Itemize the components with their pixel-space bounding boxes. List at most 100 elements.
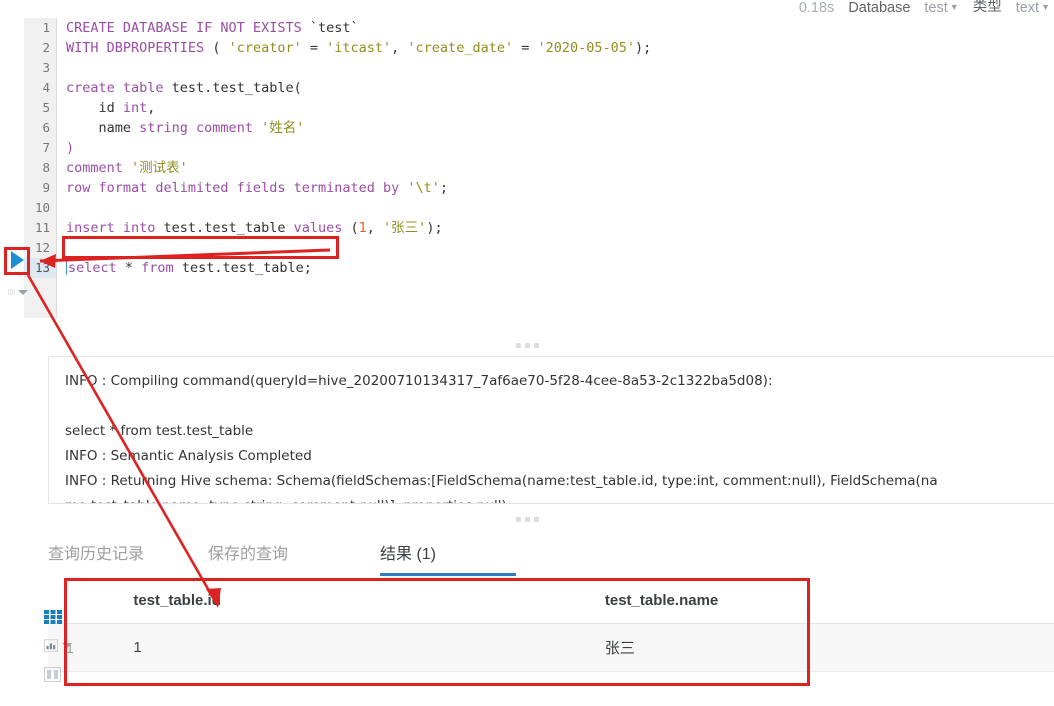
code-line-text: row format delimited fields terminated b… [56, 178, 448, 198]
handle-dot [533, 342, 539, 348]
query-log-panel: INFO : Compiling command(queryId=hive_20… [48, 356, 1054, 504]
panel-resize-handle-bottom[interactable] [0, 512, 1054, 526]
handle-dot [515, 342, 521, 348]
line-number: 1 [42, 20, 50, 35]
code-token: , [147, 100, 156, 116]
type-label: 类型 [972, 0, 1002, 15]
tab-label: 结果 (1) [380, 546, 437, 563]
code-line-text: create table test.test_table( [56, 78, 302, 98]
code-line-text: ) [56, 138, 74, 158]
code-token: = [513, 40, 538, 56]
code-token: ; [439, 180, 449, 196]
code-token: '张三' [383, 220, 427, 236]
code-line[interactable]: 13 select * from test.test_table; [0, 258, 1054, 278]
tab-3[interactable]: 结果 (1) [380, 534, 530, 576]
tab-1[interactable]: 查询历史记录 [48, 534, 208, 576]
chevron-down-icon[interactable] [18, 289, 28, 295]
code-token: test.test_table [163, 220, 294, 236]
tab-active-underline [380, 573, 516, 576]
columns-icon [44, 667, 61, 682]
code-token: ( [212, 40, 229, 56]
results-tabs[interactable]: 查询历史记录 保存的查询 结果 (1) [48, 534, 1054, 576]
code-token: WITH DBPROPERTIES [66, 40, 213, 56]
line-number: 9 [42, 180, 50, 195]
code-token: '测试表' [131, 160, 188, 176]
code-token: test.test_table; [181, 260, 312, 276]
code-line[interactable]: 1 CREATE DATABASE IF NOT EXISTS `test` [0, 18, 1054, 38]
code-token: 'creator' [228, 40, 302, 56]
code-token: insert into [66, 220, 164, 236]
code-token: , [366, 220, 384, 236]
code-token: from [141, 260, 182, 276]
handle-dot [524, 342, 530, 348]
code-line[interactable]: 7) [0, 138, 1054, 158]
code-token: '姓名' [261, 120, 305, 136]
line-number: 4 [42, 80, 50, 95]
code-token: int [122, 100, 148, 116]
panel-resize-handle-top[interactable] [0, 338, 1054, 352]
code-line[interactable]: 9 row format delimited fields terminated … [0, 178, 1054, 198]
explain-plan-button[interactable] [8, 284, 28, 300]
code-line[interactable]: 8 comment '测试表' [0, 158, 1054, 178]
code-token: ( [350, 220, 359, 236]
code-line[interactable]: 3 [0, 58, 1054, 78]
code-token: `test` [309, 20, 359, 36]
code-line-text: CREATE DATABASE IF NOT EXISTS `test` [56, 18, 359, 38]
handle-dot [524, 516, 530, 522]
code-token: values [293, 220, 351, 236]
code-line[interactable]: 10 [0, 198, 1054, 218]
handle-dot [515, 516, 521, 522]
code-token: comment [66, 160, 132, 176]
code-token: ); [635, 40, 652, 56]
code-token: '\t' [407, 180, 440, 196]
code-token: 'itcast' [326, 40, 392, 56]
code-token: 'create_date' [407, 40, 514, 56]
chevron-down-icon: ▼ [949, 2, 959, 12]
annotation-box-run-button [4, 247, 30, 275]
code-line-text: comment '测试表' [56, 158, 188, 178]
log-line: INFO : Semantic Analysis Completed [65, 448, 312, 464]
code-line[interactable]: 6 name string comment '姓名' [0, 118, 1054, 138]
line-number: 8 [42, 160, 50, 175]
database-selector[interactable]: test ▼ [924, 0, 958, 16]
code-line-text: insert into test.test_table values (1, '… [56, 218, 443, 238]
line-number: 7 [42, 140, 50, 155]
log-line: select * from test.test_table [65, 423, 254, 439]
code-token: , [391, 40, 408, 56]
code-token: '2020-05-05' [537, 40, 636, 56]
code-token: test.test_table( [171, 80, 302, 96]
code-line[interactable]: 11 insert into test.test_table values (1,… [0, 218, 1054, 238]
annotation-box-results [64, 578, 810, 686]
code-token: 1 [358, 220, 367, 236]
tab-label: 查询历史记录 [48, 546, 145, 563]
code-line-text: WITH DBPROPERTIES ( 'creator' = 'itcast'… [56, 38, 651, 58]
code-token: create table [66, 80, 172, 96]
log-line: me:test_table.name, type:string, comment… [65, 494, 1054, 503]
code-token: select [68, 260, 125, 276]
line-number: 6 [42, 120, 50, 135]
code-line[interactable]: 4 create table test.test_table( [0, 78, 1054, 98]
line-number: 10 [34, 200, 50, 215]
code-token: = [301, 40, 327, 56]
code-token: ) [66, 140, 75, 156]
code-line[interactable]: 2 WITH DBPROPERTIES ( 'creator' = 'itcast… [0, 38, 1054, 58]
log-line: INFO : Compiling command(queryId=hive_20… [65, 373, 773, 389]
code-line[interactable]: 5 id int, [0, 98, 1054, 118]
tab-2[interactable]: 保存的查询 [208, 534, 380, 576]
grid-table-icon [44, 610, 62, 624]
top-status-bar: 0.18s Database test ▼ 类型 text ▼ [0, 0, 1054, 16]
type-selector[interactable]: text ▼ [1016, 0, 1050, 16]
query-duration: 0.18s [798, 0, 835, 16]
code-token: ); [426, 220, 443, 236]
chevron-down-icon: ▼ [1041, 2, 1050, 12]
database-label: Database [848, 0, 911, 16]
code-token: CREATE DATABASE IF NOT EXISTS [66, 20, 310, 36]
handle-dot [533, 516, 539, 522]
text-cursor [66, 260, 67, 275]
sql-editor[interactable]: 1 CREATE DATABASE IF NOT EXISTS `test` 2 WI… [0, 18, 1054, 318]
code-token: row format delimited fields terminated b… [66, 180, 408, 196]
tab-label: 保存的查询 [208, 546, 289, 563]
bar-chart-icon [44, 639, 58, 652]
annotation-box-sql-statement [62, 236, 339, 259]
